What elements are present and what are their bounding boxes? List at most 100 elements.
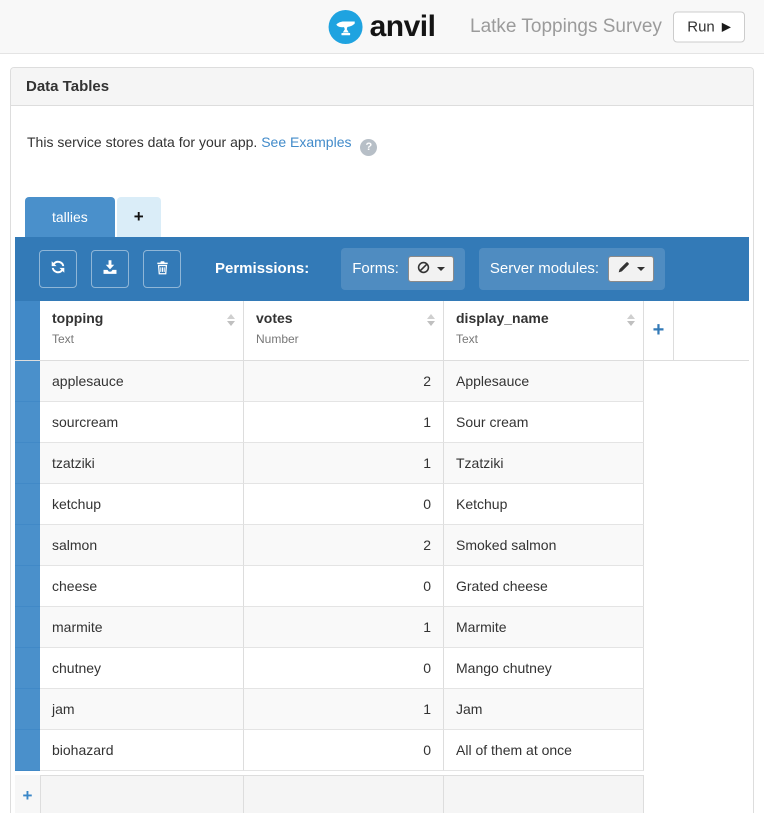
forms-label: Forms: (352, 260, 399, 277)
app-title: Latke Toppings Survey (470, 16, 662, 38)
table-rows: applesauce 2 Applesauce sourcream 1 Sour… (15, 361, 749, 771)
permissions-label: Permissions: (215, 260, 309, 277)
cell-topping[interactable]: marmite (40, 607, 244, 648)
no-entry-icon (417, 261, 430, 277)
cell-display-name[interactable]: Grated cheese (444, 566, 644, 607)
download-icon (101, 258, 119, 279)
cell-display-name[interactable]: Sour cream (444, 402, 644, 443)
column-header-votes[interactable]: votes Number (244, 301, 444, 360)
column-name: display_name (456, 310, 549, 326)
data-table: topping Text votes Number display_name (15, 301, 749, 813)
cell-votes[interactable]: 0 (244, 484, 444, 525)
add-row-button[interactable]: + (15, 775, 40, 813)
server-modules-permission-group: Server modules: (479, 248, 665, 290)
add-table-tab[interactable]: + (117, 197, 161, 237)
panel-body: This service stores data for your app. S… (11, 134, 753, 813)
row-selector[interactable] (15, 484, 40, 525)
table-row: ketchup 0 Ketchup (15, 484, 749, 525)
see-examples-link[interactable]: See Examples (261, 134, 351, 150)
server-modules-label: Server modules: (490, 260, 599, 277)
run-button[interactable]: Run ▶ (673, 11, 745, 42)
cell-topping[interactable]: ketchup (40, 484, 244, 525)
new-row-cell-display-name[interactable] (444, 775, 644, 813)
tab-tallies[interactable]: tallies (25, 197, 115, 237)
new-row-cell-topping[interactable] (40, 775, 244, 813)
cell-topping[interactable]: cheese (40, 566, 244, 607)
cell-topping[interactable]: biohazard (40, 730, 244, 771)
cell-topping[interactable]: salmon (40, 525, 244, 566)
anvil-logo-icon (329, 10, 363, 44)
cell-display-name[interactable]: All of them at once (444, 730, 644, 771)
table-row: biohazard 0 All of them at once (15, 730, 749, 771)
cell-votes[interactable]: 1 (244, 607, 444, 648)
column-type: Text (52, 332, 235, 346)
sort-icon[interactable] (227, 314, 235, 326)
cell-display-name[interactable]: Tzatziki (444, 443, 644, 484)
row-selector[interactable] (15, 566, 40, 607)
table-row: chutney 0 Mango chutney (15, 648, 749, 689)
column-name: topping (52, 310, 103, 326)
panel-title: Data Tables (11, 68, 753, 106)
row-selector[interactable] (15, 648, 40, 689)
cell-votes[interactable]: 0 (244, 566, 444, 607)
cell-topping[interactable]: applesauce (40, 361, 244, 402)
anvil-brand: anvil (329, 10, 436, 44)
sort-icon[interactable] (427, 314, 435, 326)
description-text: This service stores data for your app. (27, 134, 257, 150)
row-selector[interactable] (15, 443, 40, 484)
cell-votes[interactable]: 1 (244, 402, 444, 443)
help-icon[interactable]: ? (360, 139, 377, 156)
caret-down-icon (437, 267, 445, 271)
column-type: Text (456, 332, 635, 346)
cell-display-name[interactable]: Applesauce (444, 361, 644, 402)
cell-votes[interactable]: 2 (244, 361, 444, 402)
forms-permission-dropdown[interactable] (408, 256, 454, 282)
server-modules-permission-dropdown[interactable] (608, 256, 654, 282)
cell-topping[interactable]: sourcream (40, 402, 244, 443)
data-tables-panel: Data Tables This service stores data for… (10, 67, 754, 813)
sort-icon[interactable] (627, 314, 635, 326)
cell-display-name[interactable]: Mango chutney (444, 648, 644, 689)
forms-permission-group: Forms: (341, 248, 465, 290)
add-row: + (15, 775, 749, 813)
refresh-icon (49, 258, 67, 279)
add-column-button[interactable]: + (644, 301, 674, 360)
cell-votes[interactable]: 1 (244, 443, 444, 484)
cell-votes[interactable]: 0 (244, 648, 444, 689)
cell-display-name[interactable]: Jam (444, 689, 644, 730)
table-row: salmon 2 Smoked salmon (15, 525, 749, 566)
cell-votes[interactable]: 2 (244, 525, 444, 566)
cell-topping[interactable]: jam (40, 689, 244, 730)
table-tabs: tallies + (25, 197, 749, 237)
new-row-cell-votes[interactable] (244, 775, 444, 813)
anvil-wordmark: anvil (370, 10, 436, 44)
cell-display-name[interactable]: Marmite (444, 607, 644, 648)
table-row: marmite 1 Marmite (15, 607, 749, 648)
service-description: This service stores data for your app. S… (27, 134, 737, 156)
cell-topping[interactable]: chutney (40, 648, 244, 689)
column-header-topping[interactable]: topping Text (40, 301, 244, 360)
play-icon: ▶ (722, 20, 731, 34)
header-gutter (15, 301, 40, 360)
delete-table-button[interactable] (143, 250, 181, 288)
pencil-icon (617, 261, 630, 277)
cell-votes[interactable]: 0 (244, 730, 444, 771)
row-selector[interactable] (15, 361, 40, 402)
row-selector[interactable] (15, 730, 40, 771)
export-button[interactable] (91, 250, 129, 288)
row-selector[interactable] (15, 402, 40, 443)
cell-topping[interactable]: tzatziki (40, 443, 244, 484)
caret-down-icon (637, 267, 645, 271)
refresh-button[interactable] (39, 250, 77, 288)
column-header-display-name[interactable]: display_name Text (444, 301, 644, 360)
column-type: Number (256, 332, 435, 346)
row-selector[interactable] (15, 525, 40, 566)
column-name: votes (256, 310, 293, 326)
cell-display-name[interactable]: Smoked salmon (444, 525, 644, 566)
cell-votes[interactable]: 1 (244, 689, 444, 730)
row-selector[interactable] (15, 607, 40, 648)
cell-display-name[interactable]: Ketchup (444, 484, 644, 525)
table-row: jam 1 Jam (15, 689, 749, 730)
row-selector[interactable] (15, 689, 40, 730)
table-header-row: topping Text votes Number display_name (15, 301, 749, 361)
